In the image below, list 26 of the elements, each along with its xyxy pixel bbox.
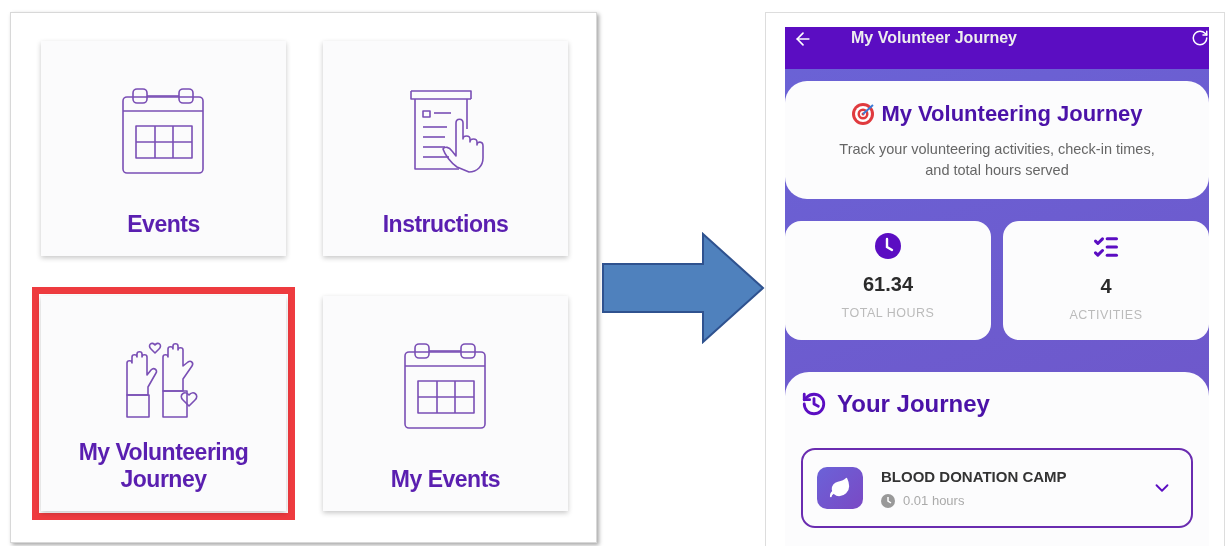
journey-title: Your Journey	[837, 390, 990, 418]
leaf-icon	[817, 467, 863, 509]
clock-icon	[875, 233, 901, 259]
activity-name: BLOOD DONATION CAMP	[881, 468, 1068, 485]
menu-tile[interactable]: Instructions	[323, 41, 568, 256]
target-icon	[851, 102, 876, 126]
hero-subtitle: Track your volunteering activities, check-in times, and total hours served	[838, 140, 1156, 180]
tile-label: My Volunteering Journey	[77, 439, 250, 493]
stat-value: 61.34	[862, 273, 914, 296]
stat-value: 4	[1100, 275, 1112, 298]
tile-label: My Events	[389, 466, 502, 493]
hero-title: My Volunteering Journey	[881, 101, 1143, 127]
stat-label: ACTIVITIES	[1069, 308, 1143, 322]
refresh-icon[interactable]	[1191, 29, 1209, 47]
tile-label: Events	[126, 211, 201, 238]
stat-label: TOTAL HOURS	[841, 306, 935, 320]
screen-title: My Volunteer Journey	[851, 29, 1018, 47]
right-arrow-icon	[601, 232, 765, 344]
history-icon	[801, 391, 827, 417]
activity-hours: 0.01 hours	[903, 493, 965, 508]
menu-tile[interactable]: My Events	[323, 296, 568, 511]
tile-label: Instructions	[381, 211, 510, 238]
activity-item[interactable]: BLOOD DONATION CAMP 0.01 hours	[801, 448, 1193, 528]
menu-tile[interactable]: Events	[41, 41, 286, 256]
menu-tile[interactable]: My Volunteering Journey	[41, 296, 286, 511]
clock-icon	[881, 493, 895, 508]
